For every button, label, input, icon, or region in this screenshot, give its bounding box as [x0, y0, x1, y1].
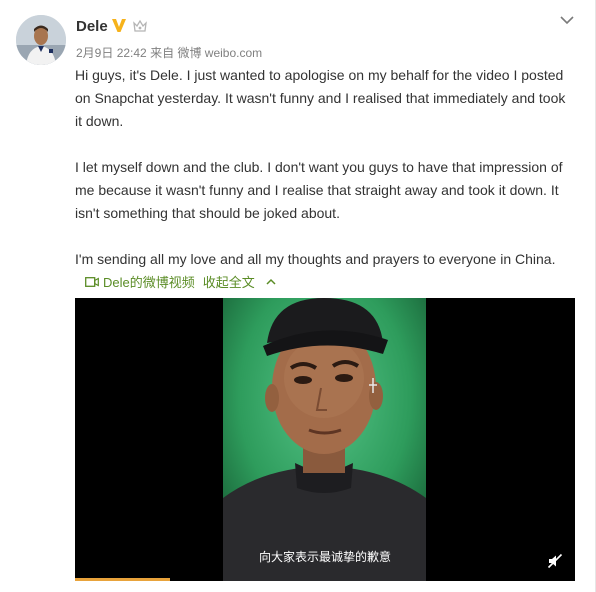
post-paragraph-3: I'm sending all my love and all my thoug… [75, 251, 556, 267]
post-paragraph-2: I let myself down and the club. I don't … [75, 159, 563, 221]
mute-icon[interactable] [547, 553, 563, 569]
crown-icon[interactable] [132, 19, 148, 33]
video-thumbnail [223, 298, 426, 581]
verified-v-icon [112, 19, 126, 32]
video-link[interactable]: Dele的微博视频 [103, 272, 195, 291]
username[interactable]: Dele [76, 18, 108, 35]
chevron-down-icon[interactable] [559, 12, 575, 28]
source-name[interactable]: 微博 weibo.com [177, 46, 262, 60]
post-meta: 2月9日 22:42 来自 微博 weibo.com [76, 44, 262, 61]
weibo-post-card: Dele 2月9日 22:42 来自 微博 weibo.com Hi guys,… [0, 0, 596, 592]
collapse-link[interactable]: 收起全文 [203, 272, 255, 291]
video-player[interactable]: 向大家表示最诚挚的歉意 [75, 298, 575, 581]
video-caption: 向大家表示最诚挚的歉意 [258, 550, 391, 564]
post-text: Hi guys, it's Dele. I just wanted to apo… [75, 64, 575, 271]
video-progress-bar[interactable] [75, 578, 170, 581]
avatar[interactable] [16, 15, 66, 65]
post-date[interactable]: 2月9日 [76, 46, 113, 60]
avatar-image [16, 15, 66, 65]
post-time[interactable]: 22:42 [117, 46, 147, 60]
chevron-up-icon[interactable] [265, 276, 277, 288]
video-icon [85, 276, 99, 287]
video-link-row: Dele的微博视频 收起全文 [85, 272, 277, 291]
source-prefix: 来自 [150, 46, 175, 60]
video-frame [223, 298, 426, 581]
post-paragraph-1: Hi guys, it's Dele. I just wanted to apo… [75, 67, 566, 129]
